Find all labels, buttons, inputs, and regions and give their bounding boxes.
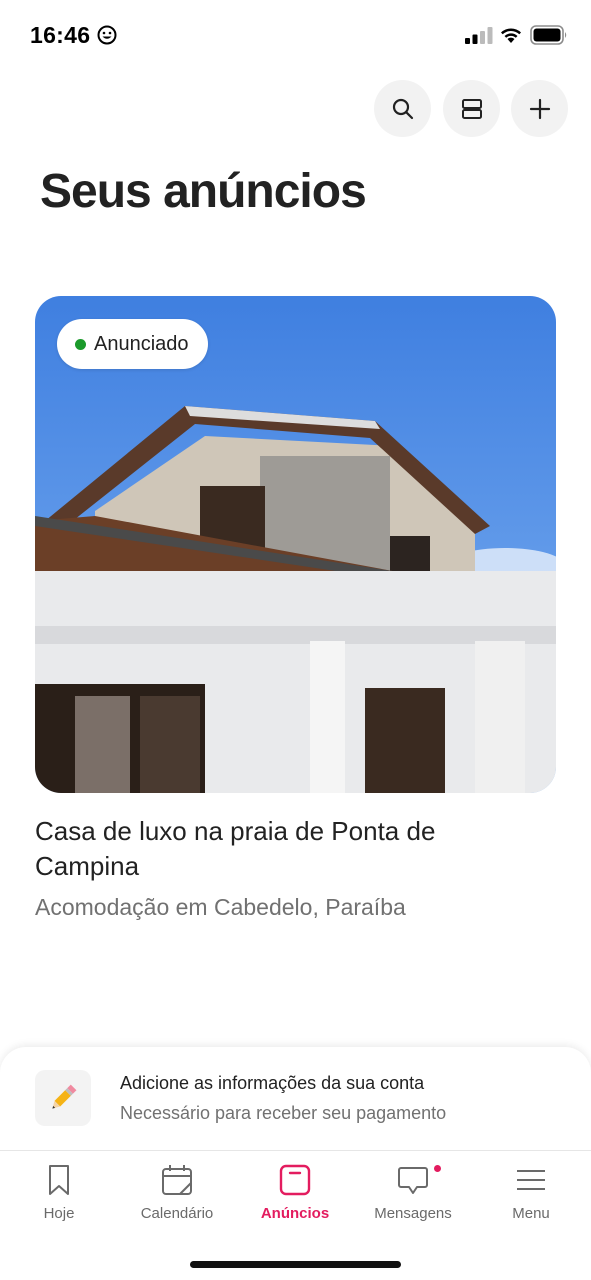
plus-icon bbox=[529, 98, 550, 119]
home-indicator[interactable] bbox=[190, 1261, 401, 1268]
search-button[interactable] bbox=[374, 80, 431, 137]
tab-calendario[interactable]: Calendário bbox=[122, 1163, 232, 1243]
listings-icon bbox=[279, 1164, 311, 1196]
banner-subtitle: Necessário para receber seu pagamento bbox=[120, 1103, 447, 1123]
status-badge: Anunciado bbox=[57, 319, 208, 369]
smiley-icon bbox=[97, 25, 117, 45]
battery-icon bbox=[530, 25, 567, 45]
listings-screen: 16:46 Seus anúncios Anunciado Casa de lu… bbox=[0, 0, 591, 1280]
listing-title[interactable]: Casa de luxo na praia de Ponta de Campin… bbox=[35, 814, 455, 884]
tab-label: Anúncios bbox=[260, 1205, 330, 1222]
notification-dot bbox=[432, 1163, 443, 1174]
tab-label: Mensagens bbox=[374, 1205, 452, 1222]
listing-subtitle: Acomodação em Cabedelo, Paraíba bbox=[35, 894, 406, 920]
tab-mensagens[interactable]: Mensagens bbox=[358, 1163, 468, 1243]
tab-label: Menu bbox=[512, 1205, 550, 1222]
status-dot bbox=[75, 338, 86, 350]
pencil-icon bbox=[52, 1084, 77, 1109]
message-icon bbox=[398, 1167, 428, 1194]
tab-menu[interactable]: Menu bbox=[476, 1163, 586, 1243]
menu-icon bbox=[517, 1170, 545, 1190]
listing-card[interactable]: Anunciado bbox=[35, 296, 556, 793]
account-info-banner[interactable]: Adicione as informações da sua conta Nec… bbox=[0, 1047, 591, 1157]
tab-anuncios[interactable]: Anúncios bbox=[240, 1163, 350, 1243]
view-toggle-button[interactable] bbox=[443, 80, 500, 137]
search-icon bbox=[392, 98, 413, 119]
status-bar: 16:46 bbox=[0, 0, 591, 70]
status-time: 16:46 bbox=[30, 22, 91, 48]
banner-title: Adicione as informações da sua conta bbox=[120, 1073, 425, 1093]
add-listing-button[interactable] bbox=[511, 80, 568, 137]
calendar-icon bbox=[162, 1165, 192, 1195]
tab-hoje[interactable]: Hoje bbox=[4, 1163, 114, 1243]
cellular-signal-icon bbox=[465, 27, 493, 44]
listing-photo[interactable] bbox=[35, 296, 556, 793]
pencil-icon-tile bbox=[35, 1070, 91, 1126]
bookmark-icon bbox=[49, 1165, 69, 1195]
page-title: Seus anúncios bbox=[40, 165, 367, 218]
tab-label: Calendário bbox=[140, 1205, 214, 1222]
status-badge-label: Anunciado bbox=[94, 332, 189, 355]
wifi-icon bbox=[501, 28, 521, 43]
tab-label: Hoje bbox=[43, 1205, 75, 1222]
stack-view-icon bbox=[461, 98, 482, 119]
